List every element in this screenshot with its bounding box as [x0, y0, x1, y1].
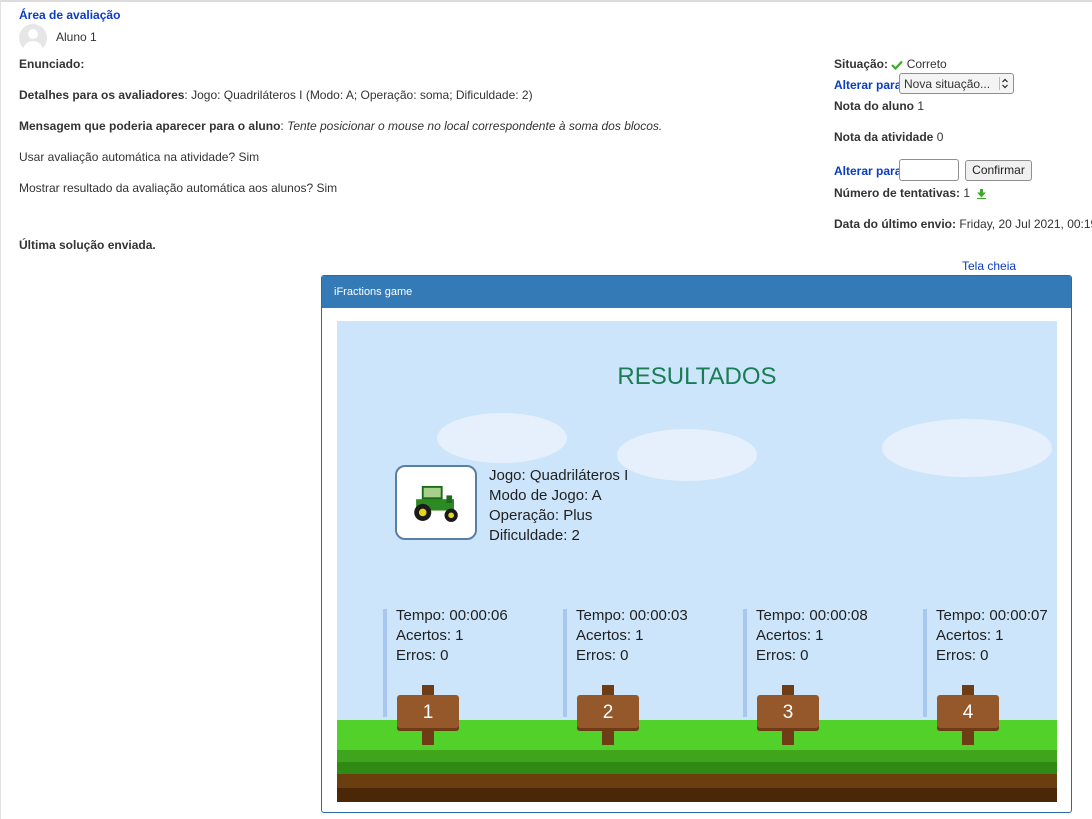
show-result-line: Mostrar resultado da avaliação automátic… — [19, 181, 338, 195]
results-title: RESULTADOS — [617, 363, 777, 390]
level-3-time: Tempo: 00:00:08 — [756, 607, 868, 624]
grass-mid — [337, 750, 1057, 762]
auto-eval-line: Usar avaliação automática na atividade? … — [19, 150, 260, 164]
level-3-number: 3 — [782, 702, 794, 723]
activity-grade-value: 0 — [936, 130, 944, 144]
level-4-number: 4 — [962, 702, 974, 723]
level-4-time: Tempo: 00:00:07 — [936, 607, 1048, 624]
game-panel-header: iFractions game — [322, 276, 1071, 308]
level-1-hits: Acertos: 1 — [396, 627, 464, 644]
situation-row: Situação: Correto — [834, 57, 947, 71]
details-value: : Jogo: Quadriláteros I (Modo: A; Operaç… — [184, 88, 533, 102]
attempts-value: 1 — [963, 186, 971, 200]
attempts-label: Número de tentativas: — [834, 186, 961, 200]
last-solution-text: Última solução enviada. — [19, 238, 156, 252]
grade-input[interactable] — [899, 159, 959, 181]
details-label: Detalhes para os avaliadores — [19, 88, 185, 102]
cloud — [437, 413, 567, 463]
change-status-link[interactable]: Alterar para — [834, 78, 901, 92]
level-1-sign: 1 — [397, 685, 459, 745]
top-border — [0, 0, 1092, 2]
level-bar — [563, 609, 567, 717]
info-difficulty: Dificuldade: 2 — [489, 527, 580, 544]
level-2-hits: Acertos: 1 — [576, 627, 644, 644]
change-grade-label: Alterar para — [834, 164, 901, 178]
down-arrow-icon[interactable] — [976, 188, 987, 200]
level-3-sign: 3 — [757, 685, 819, 745]
activity-grade-label: Nota da atividade — [834, 130, 934, 144]
details-row: Detalhes para os avaliadores: Jogo: Quad… — [19, 88, 533, 102]
message-label: Mensagem que poderia aparecer para o alu… — [19, 119, 281, 133]
level-4-errors: Erros: 0 — [936, 647, 989, 664]
avatar-icon — [19, 24, 47, 52]
chevron-updown-icon — [999, 77, 1008, 90]
level-1-number: 1 — [422, 702, 434, 723]
level-bar — [743, 609, 747, 717]
level-2-time: Tempo: 00:00:03 — [576, 607, 688, 624]
enunciado-label-text: Enunciado: — [19, 57, 85, 71]
last-submit-label: Data do último envio: — [834, 217, 957, 231]
left-border — [0, 0, 1, 819]
level-2-errors: Erros: 0 — [576, 647, 629, 664]
game-panel: iFractions game RESULTADOS Jogo: Quadril… — [321, 275, 1072, 813]
confirm-button[interactable]: Confirmar — [965, 160, 1032, 181]
level-3-errors: Erros: 0 — [756, 647, 809, 664]
cloud — [617, 429, 757, 481]
level-2-sign: 2 — [577, 685, 639, 745]
student-grade-label: Nota do aluno — [834, 99, 914, 113]
situation-value: Correto — [906, 57, 947, 71]
attempts-row: Número de tentativas: 1 — [834, 186, 987, 200]
activity-grade-row: Nota da atividade 0 — [834, 130, 943, 144]
dirt-dark — [337, 788, 1057, 802]
game-icon-box — [395, 465, 477, 540]
level-2-number: 2 — [602, 702, 614, 723]
grass-dark — [337, 762, 1057, 774]
level-bar — [923, 609, 927, 717]
message-row: Mensagem que poderia aparecer para o alu… — [19, 119, 663, 133]
level-4-sign: 4 — [937, 685, 999, 745]
check-icon — [891, 60, 904, 70]
cloud — [882, 419, 1052, 477]
enunciado-label: Enunciado: — [19, 57, 84, 71]
area-title-link[interactable]: Área de avaliação — [19, 8, 120, 22]
game-canvas[interactable]: RESULTADOS Jogo: Quadriláteros I Modo de… — [337, 321, 1057, 802]
level-1-errors: Erros: 0 — [396, 647, 449, 664]
student-grade-value: 1 — [917, 99, 925, 113]
change-status-label: Alterar para — [834, 78, 901, 92]
last-submit-value: Friday, 20 Jul 2021, 00:19 — [959, 217, 1092, 231]
level-1-time: Tempo: 00:00:06 — [396, 607, 508, 624]
message-value: Tente posicionar o mouse no local corres… — [287, 119, 663, 133]
fullscreen-link[interactable]: Tela cheia — [962, 259, 1016, 273]
level-4-hits: Acertos: 1 — [936, 627, 1004, 644]
change-grade-link[interactable]: Alterar para — [834, 164, 901, 178]
info-game: Jogo: Quadriláteros I — [489, 467, 629, 484]
last-submit-row: Data do último envio: Friday, 20 Jul 202… — [834, 217, 1092, 231]
level-3-hits: Acertos: 1 — [756, 627, 824, 644]
student-name: Aluno 1 — [56, 30, 97, 44]
tractor-icon — [414, 485, 458, 522]
status-select-value: Nova situação... — [904, 77, 991, 91]
info-mode: Modo de Jogo: A — [489, 487, 602, 504]
level-bar — [383, 609, 387, 717]
status-select[interactable]: Nova situação... — [899, 73, 1014, 94]
situation-label: Situação: — [834, 57, 889, 71]
last-solution-label: Última solução enviada. — [19, 238, 156, 252]
student-grade-row: Nota do aluno 1 — [834, 99, 924, 113]
info-operation: Operação: Plus — [489, 507, 593, 524]
